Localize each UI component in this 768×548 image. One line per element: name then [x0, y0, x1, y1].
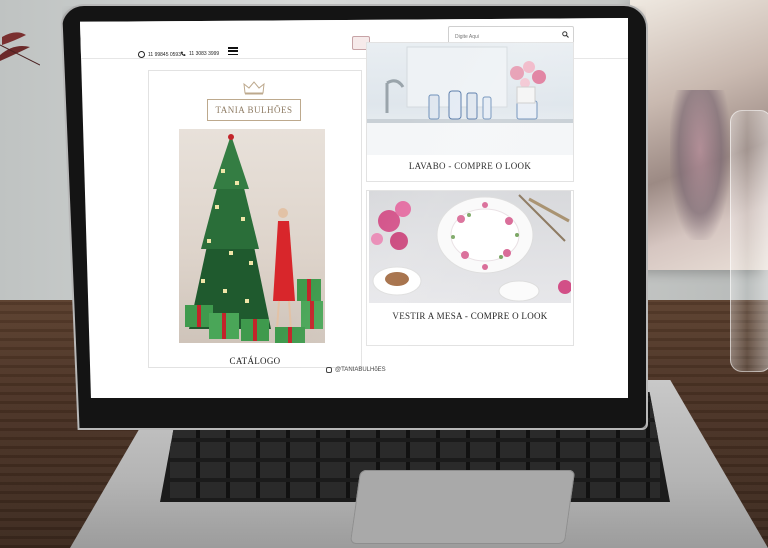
instagram-icon: [326, 367, 332, 373]
brand-logo: TANIA BULHÕES: [207, 81, 303, 127]
laptop-trackpad: [349, 470, 576, 544]
catalog-card[interactable]: TANIA BULHÕES CATÁLOGO: [148, 70, 362, 368]
brand-name: TANIA BULHÕES: [207, 99, 301, 121]
instagram-footer[interactable]: @TANIABULHõES: [326, 367, 386, 373]
hamburger-menu-icon[interactable]: [228, 47, 238, 55]
lavabo-card[interactable]: LAVABO - COMPRE O LOOK: [366, 42, 574, 182]
plant-decoration: [0, 32, 40, 66]
laptop-screen: 11 99845 0593 11 3083 3999 TANIA: [80, 18, 628, 398]
phone-icon: [181, 51, 186, 56]
mesa-image[interactable]: [369, 191, 571, 303]
instagram-handle: @TANIABULHõES: [335, 367, 386, 373]
phone-contact[interactable]: 11 3083 3999: [180, 51, 219, 57]
whatsapp-number: 11 99845 0593: [148, 51, 181, 58]
mesa-caption[interactable]: VESTIR A MESA - COMPRE O LOOK: [367, 311, 573, 321]
phone-number: 11 3083 3999: [189, 51, 220, 57]
lavabo-image[interactable]: [367, 43, 573, 155]
catalog-image[interactable]: [179, 129, 325, 343]
mesa-card[interactable]: VESTIR A MESA - COMPRE O LOOK: [366, 190, 574, 346]
lavabo-caption[interactable]: LAVABO - COMPRE O LOOK: [367, 161, 573, 171]
catalog-caption[interactable]: CATÁLOGO: [149, 356, 361, 366]
search-icon[interactable]: [562, 31, 569, 38]
glass-vase: [730, 110, 768, 372]
whatsapp-icon: [138, 51, 145, 58]
whatsapp-contact[interactable]: 11 99845 0593: [138, 51, 181, 58]
crown-icon: [243, 81, 265, 95]
